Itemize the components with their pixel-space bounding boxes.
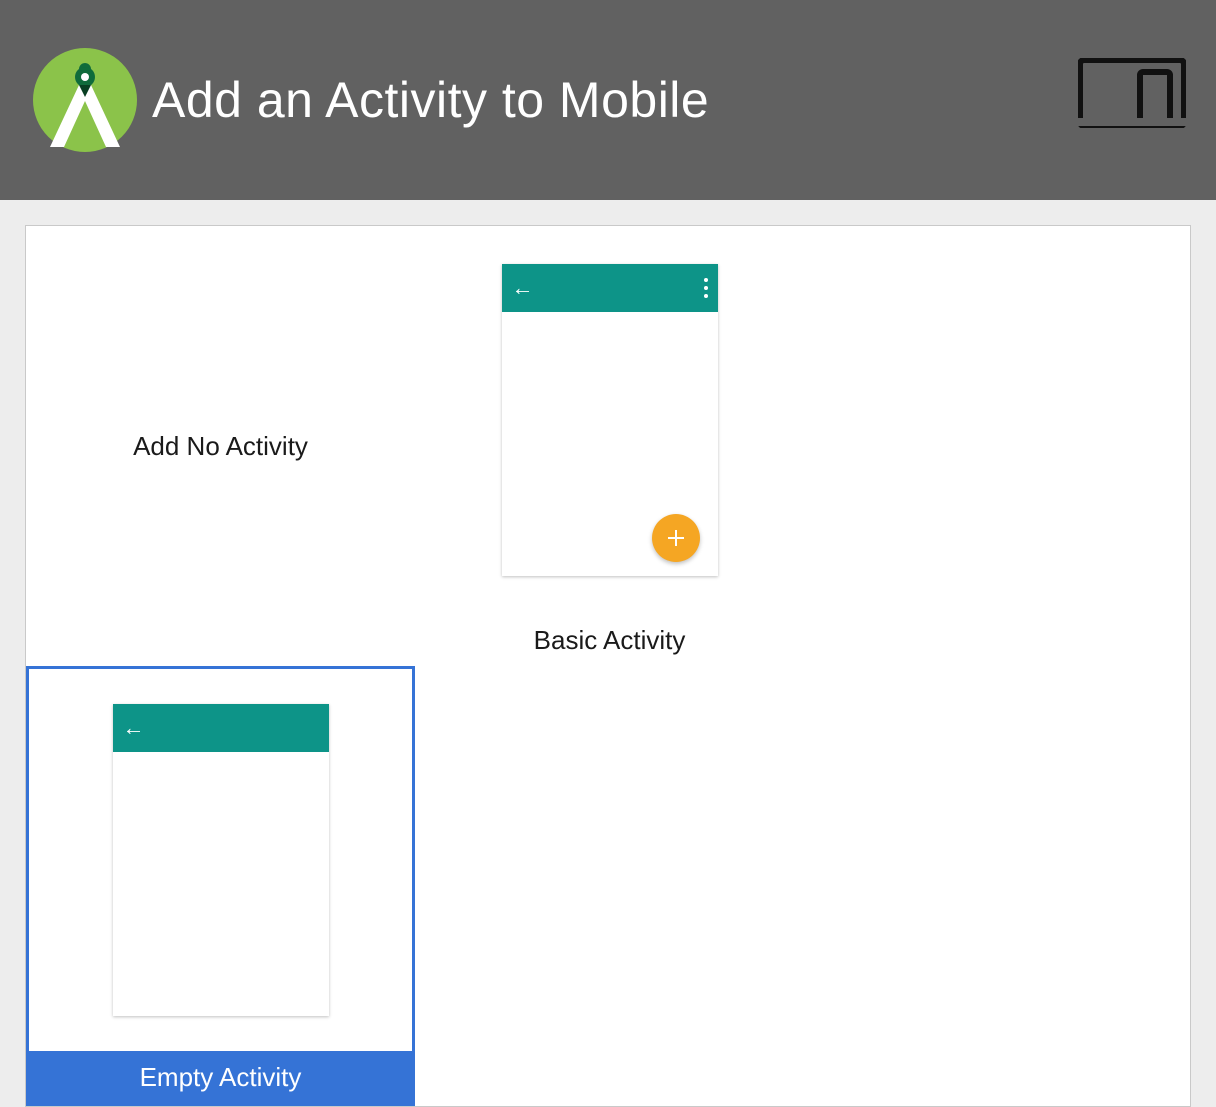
tile-label: Empty Activity: [29, 1051, 412, 1103]
tile-label: Basic Activity: [415, 614, 804, 666]
phone-mock: ←: [113, 704, 329, 1016]
activity-gallery: Add No Activity ← Basic Activity: [25, 225, 1191, 1107]
activity-tile-basic-activity[interactable]: ← Basic Activity: [415, 226, 804, 666]
mobile-form-factor-icon: [1078, 58, 1186, 133]
empty-activity-preview: ←: [29, 669, 412, 1051]
back-arrow-icon: ←: [123, 717, 145, 739]
appbar: ←: [502, 264, 718, 312]
fab-icon: [652, 514, 700, 562]
phone-mock: ←: [502, 264, 718, 576]
overflow-menu-icon: [704, 278, 708, 298]
android-studio-logo-icon: [30, 45, 140, 155]
activity-tile-no-activity[interactable]: Add No Activity: [26, 226, 415, 666]
basic-activity-preview: ←: [415, 226, 804, 614]
activity-tile-empty-activity[interactable]: ← Empty Activity: [26, 666, 415, 1106]
activity-gallery-container: Add No Activity ← Basic Activity: [0, 200, 1216, 1107]
appbar: ←: [113, 704, 329, 752]
back-arrow-icon: ←: [512, 277, 534, 299]
no-activity-label: Add No Activity: [26, 226, 415, 666]
page-title: Add an Activity to Mobile: [152, 71, 709, 129]
wizard-header: Add an Activity to Mobile: [0, 0, 1216, 200]
